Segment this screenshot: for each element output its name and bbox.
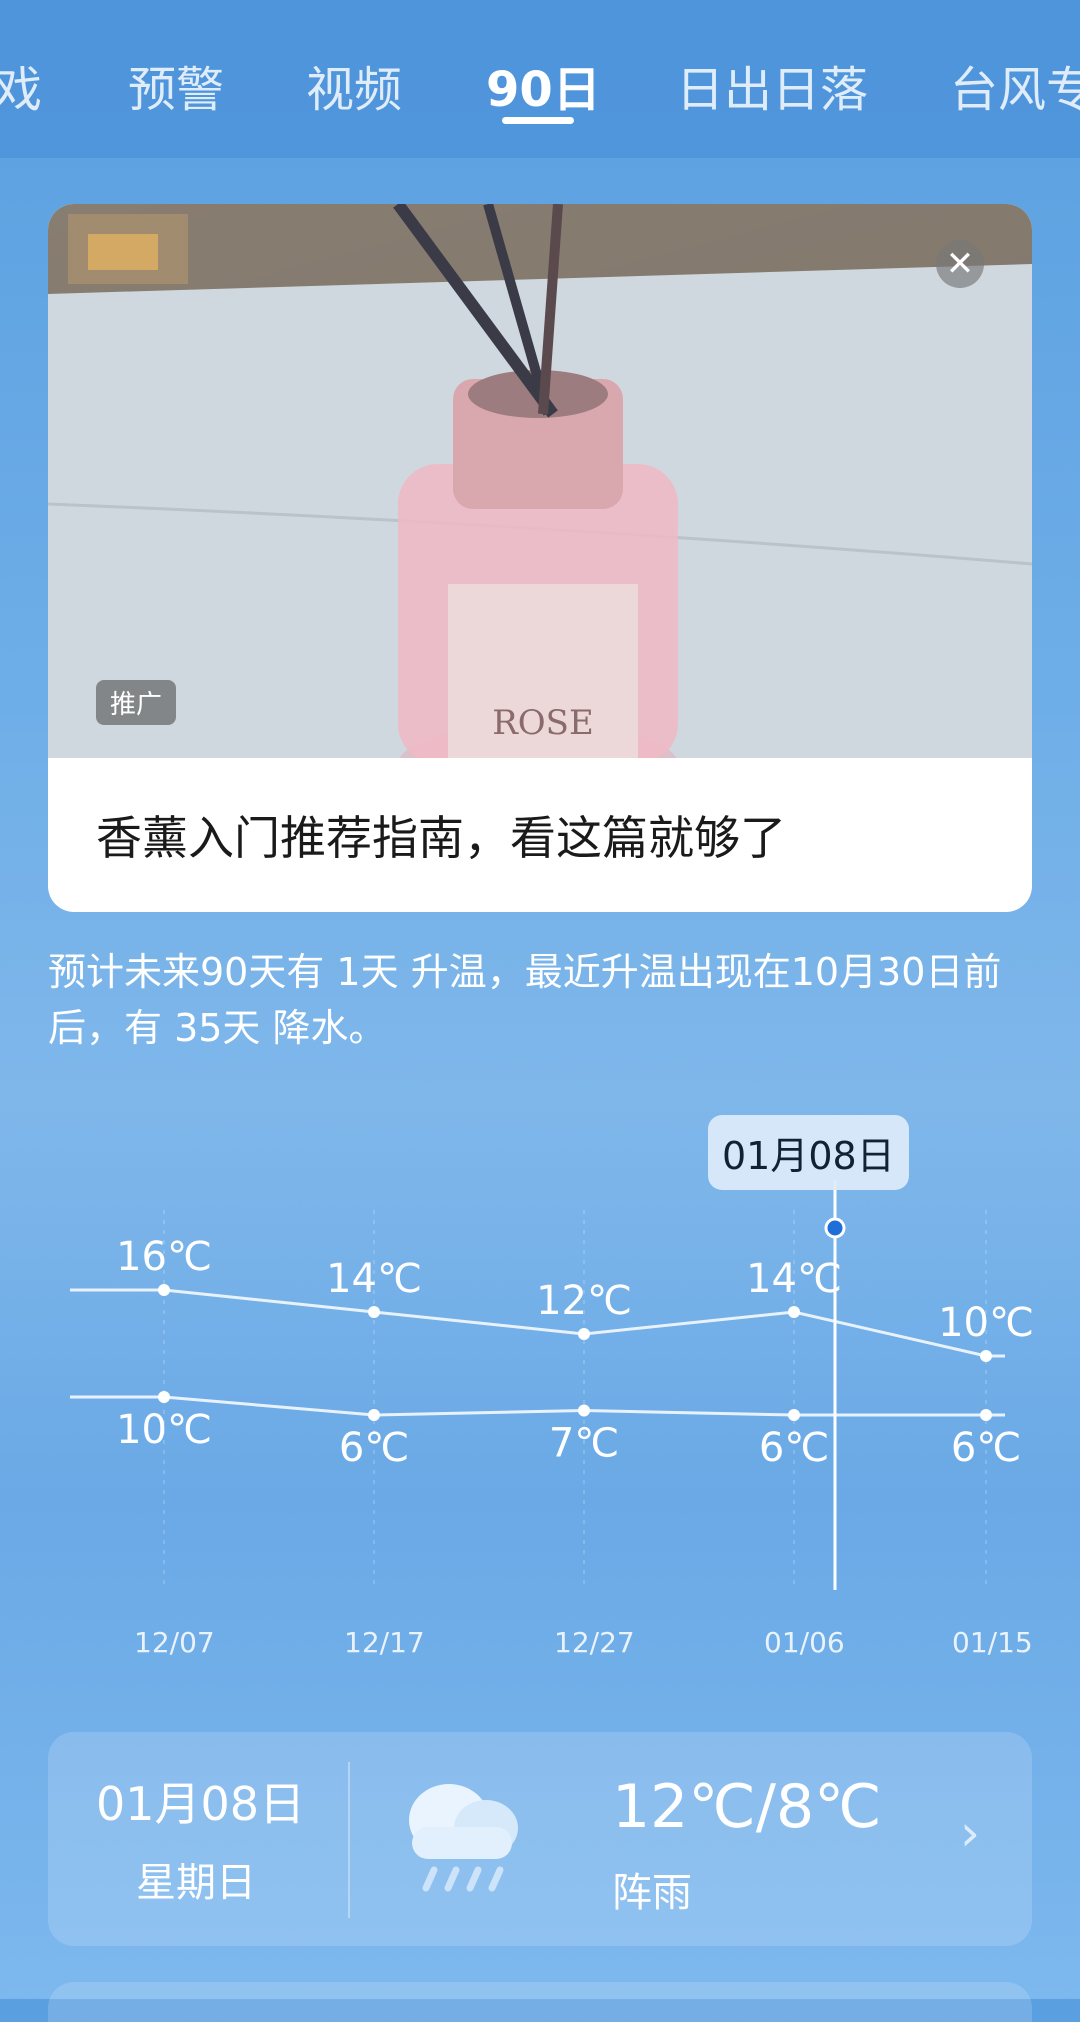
close-icon[interactable]: ✕ bbox=[936, 240, 984, 288]
low-temp-value-label: 6℃ bbox=[759, 1425, 829, 1471]
high-temp-value-label: 16℃ bbox=[116, 1234, 212, 1280]
tab-90-days[interactable]: 90日 bbox=[486, 50, 601, 120]
high-temp-value-label: 14℃ bbox=[326, 1256, 422, 1302]
high-temp-point bbox=[980, 1350, 992, 1362]
rain-cloud-icon bbox=[409, 1784, 518, 1892]
day-date: 01月08日 bbox=[96, 1777, 306, 1831]
x-axis-label: 01/15 bbox=[952, 1626, 1033, 1659]
low-temp-value-label: 6℃ bbox=[339, 1425, 409, 1471]
high-temp-point bbox=[578, 1328, 590, 1340]
day-temperature: 12℃/8℃ bbox=[612, 1772, 882, 1842]
x-axis-label: 12/17 bbox=[344, 1626, 425, 1659]
high-temp-point bbox=[158, 1284, 170, 1296]
forecast-summary: 预计未来90天有 1天 升温，最近升温出现在10月30日前后，有 35天 降水。 bbox=[48, 950, 1002, 1050]
product-label-text: ROSE bbox=[492, 703, 594, 743]
x-axis-label: 12/07 bbox=[134, 1626, 215, 1659]
low-temp-point bbox=[980, 1409, 992, 1421]
high-temp-value-label: 14℃ bbox=[746, 1256, 842, 1302]
selection-cursor-dot bbox=[824, 1217, 846, 1239]
low-temp-point bbox=[368, 1409, 380, 1421]
tab-video[interactable]: 视频 bbox=[306, 50, 402, 120]
high-temp-point bbox=[788, 1306, 800, 1318]
day-condition: 阵雨 bbox=[612, 1870, 692, 1916]
ad-card[interactable]: ROSE ✕ 推广 香薰入门推荐指南，看这篇就够了 bbox=[48, 204, 1032, 912]
x-axis-label: 01/06 bbox=[764, 1626, 845, 1659]
day-weekday: 星期日 bbox=[136, 1860, 256, 1906]
ad-title[interactable]: 香薰入门推荐指南，看这篇就够了 bbox=[96, 802, 786, 868]
tab-typhoon[interactable]: 台风专 bbox=[950, 50, 1080, 120]
day-detail-card[interactable]: 01月08日 星期日 12℃/8℃ 阵雨 › bbox=[48, 1732, 1032, 1946]
low-temp-point bbox=[158, 1391, 170, 1403]
chevron-right-icon[interactable]: › bbox=[960, 1804, 980, 1862]
top-tab-bar: 戏 预警 视频 90日 日出日落 台风专 bbox=[0, 0, 1080, 158]
low-temp-point bbox=[578, 1404, 590, 1417]
next-card-peek bbox=[48, 1982, 1032, 2022]
temperature-chart[interactable]: 16℃ 14℃ 12℃ 14℃ 10℃ 10℃ 6℃ 7℃ 6℃ 6℃ bbox=[0, 1100, 1080, 1680]
low-temp-value-label: 6℃ bbox=[951, 1425, 1021, 1471]
tab-games[interactable]: 戏 bbox=[0, 50, 42, 120]
selected-date-tooltip: 01月08日 bbox=[708, 1115, 909, 1190]
tab-warning[interactable]: 预警 bbox=[128, 50, 224, 120]
active-tab-indicator bbox=[502, 117, 574, 124]
low-temp-value-label: 7℃ bbox=[549, 1421, 619, 1467]
high-temp-value-label: 12℃ bbox=[536, 1278, 632, 1324]
tab-sunrise-sunset[interactable]: 日出日落 bbox=[676, 50, 868, 120]
ad-tag: 推广 bbox=[96, 680, 177, 725]
high-temp-value-label: 10℃ bbox=[938, 1300, 1034, 1346]
low-temp-point bbox=[788, 1409, 800, 1421]
low-temp-value-label: 10℃ bbox=[116, 1407, 212, 1453]
divider bbox=[348, 1762, 350, 1918]
high-temp-point bbox=[368, 1306, 380, 1318]
ad-photo-illustration: ROSE bbox=[48, 204, 1032, 758]
x-axis-label: 12/27 bbox=[554, 1626, 635, 1659]
ad-image[interactable]: ROSE ✕ 推广 bbox=[48, 204, 1032, 758]
